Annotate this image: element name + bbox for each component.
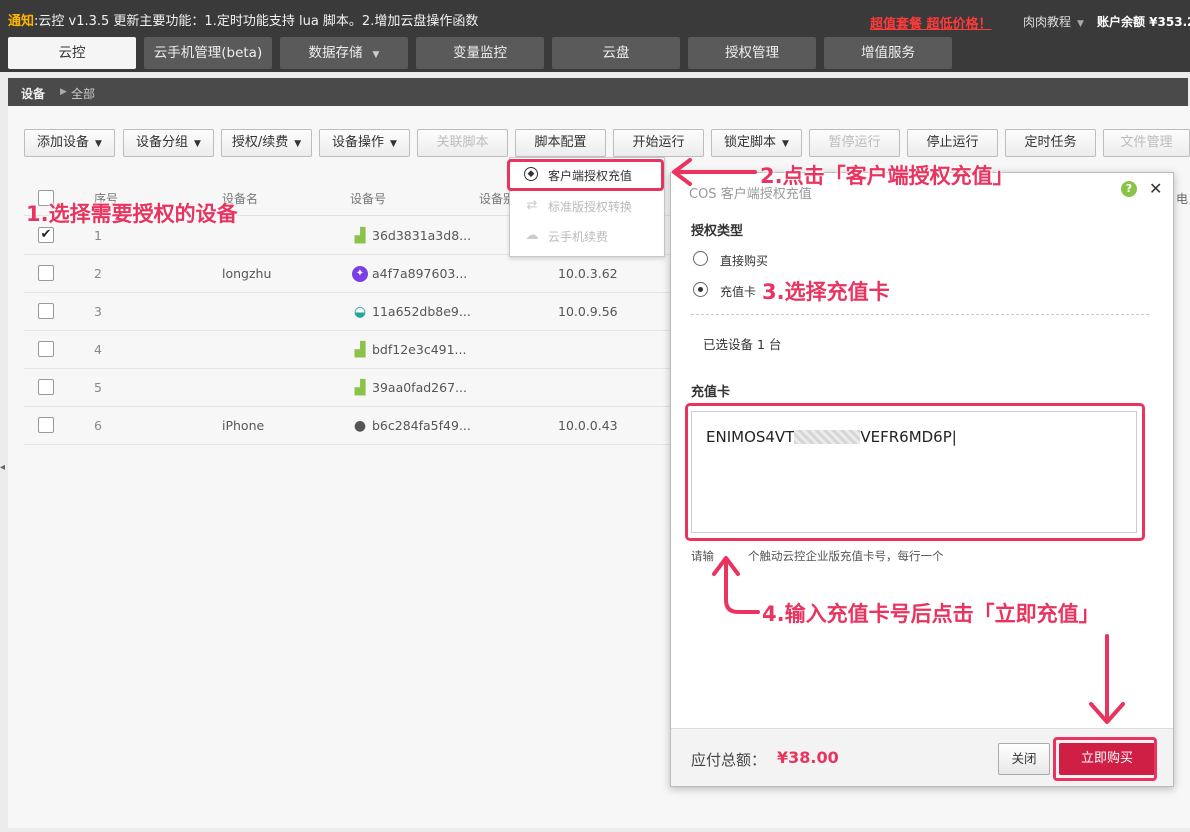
step1-annotation: 1.选择需要授权的设备: [26, 202, 238, 226]
step2-annotation: 2.点击「客户端授权充值」: [760, 164, 1014, 188]
annotation-arrows: [672, 158, 1125, 724]
step4-annotation: 4.输入充值卡号后点击「立即充值」: [762, 602, 1100, 626]
step3-annotation: 3.选择充值卡: [762, 280, 890, 304]
arrow-step4-up: [724, 558, 760, 614]
